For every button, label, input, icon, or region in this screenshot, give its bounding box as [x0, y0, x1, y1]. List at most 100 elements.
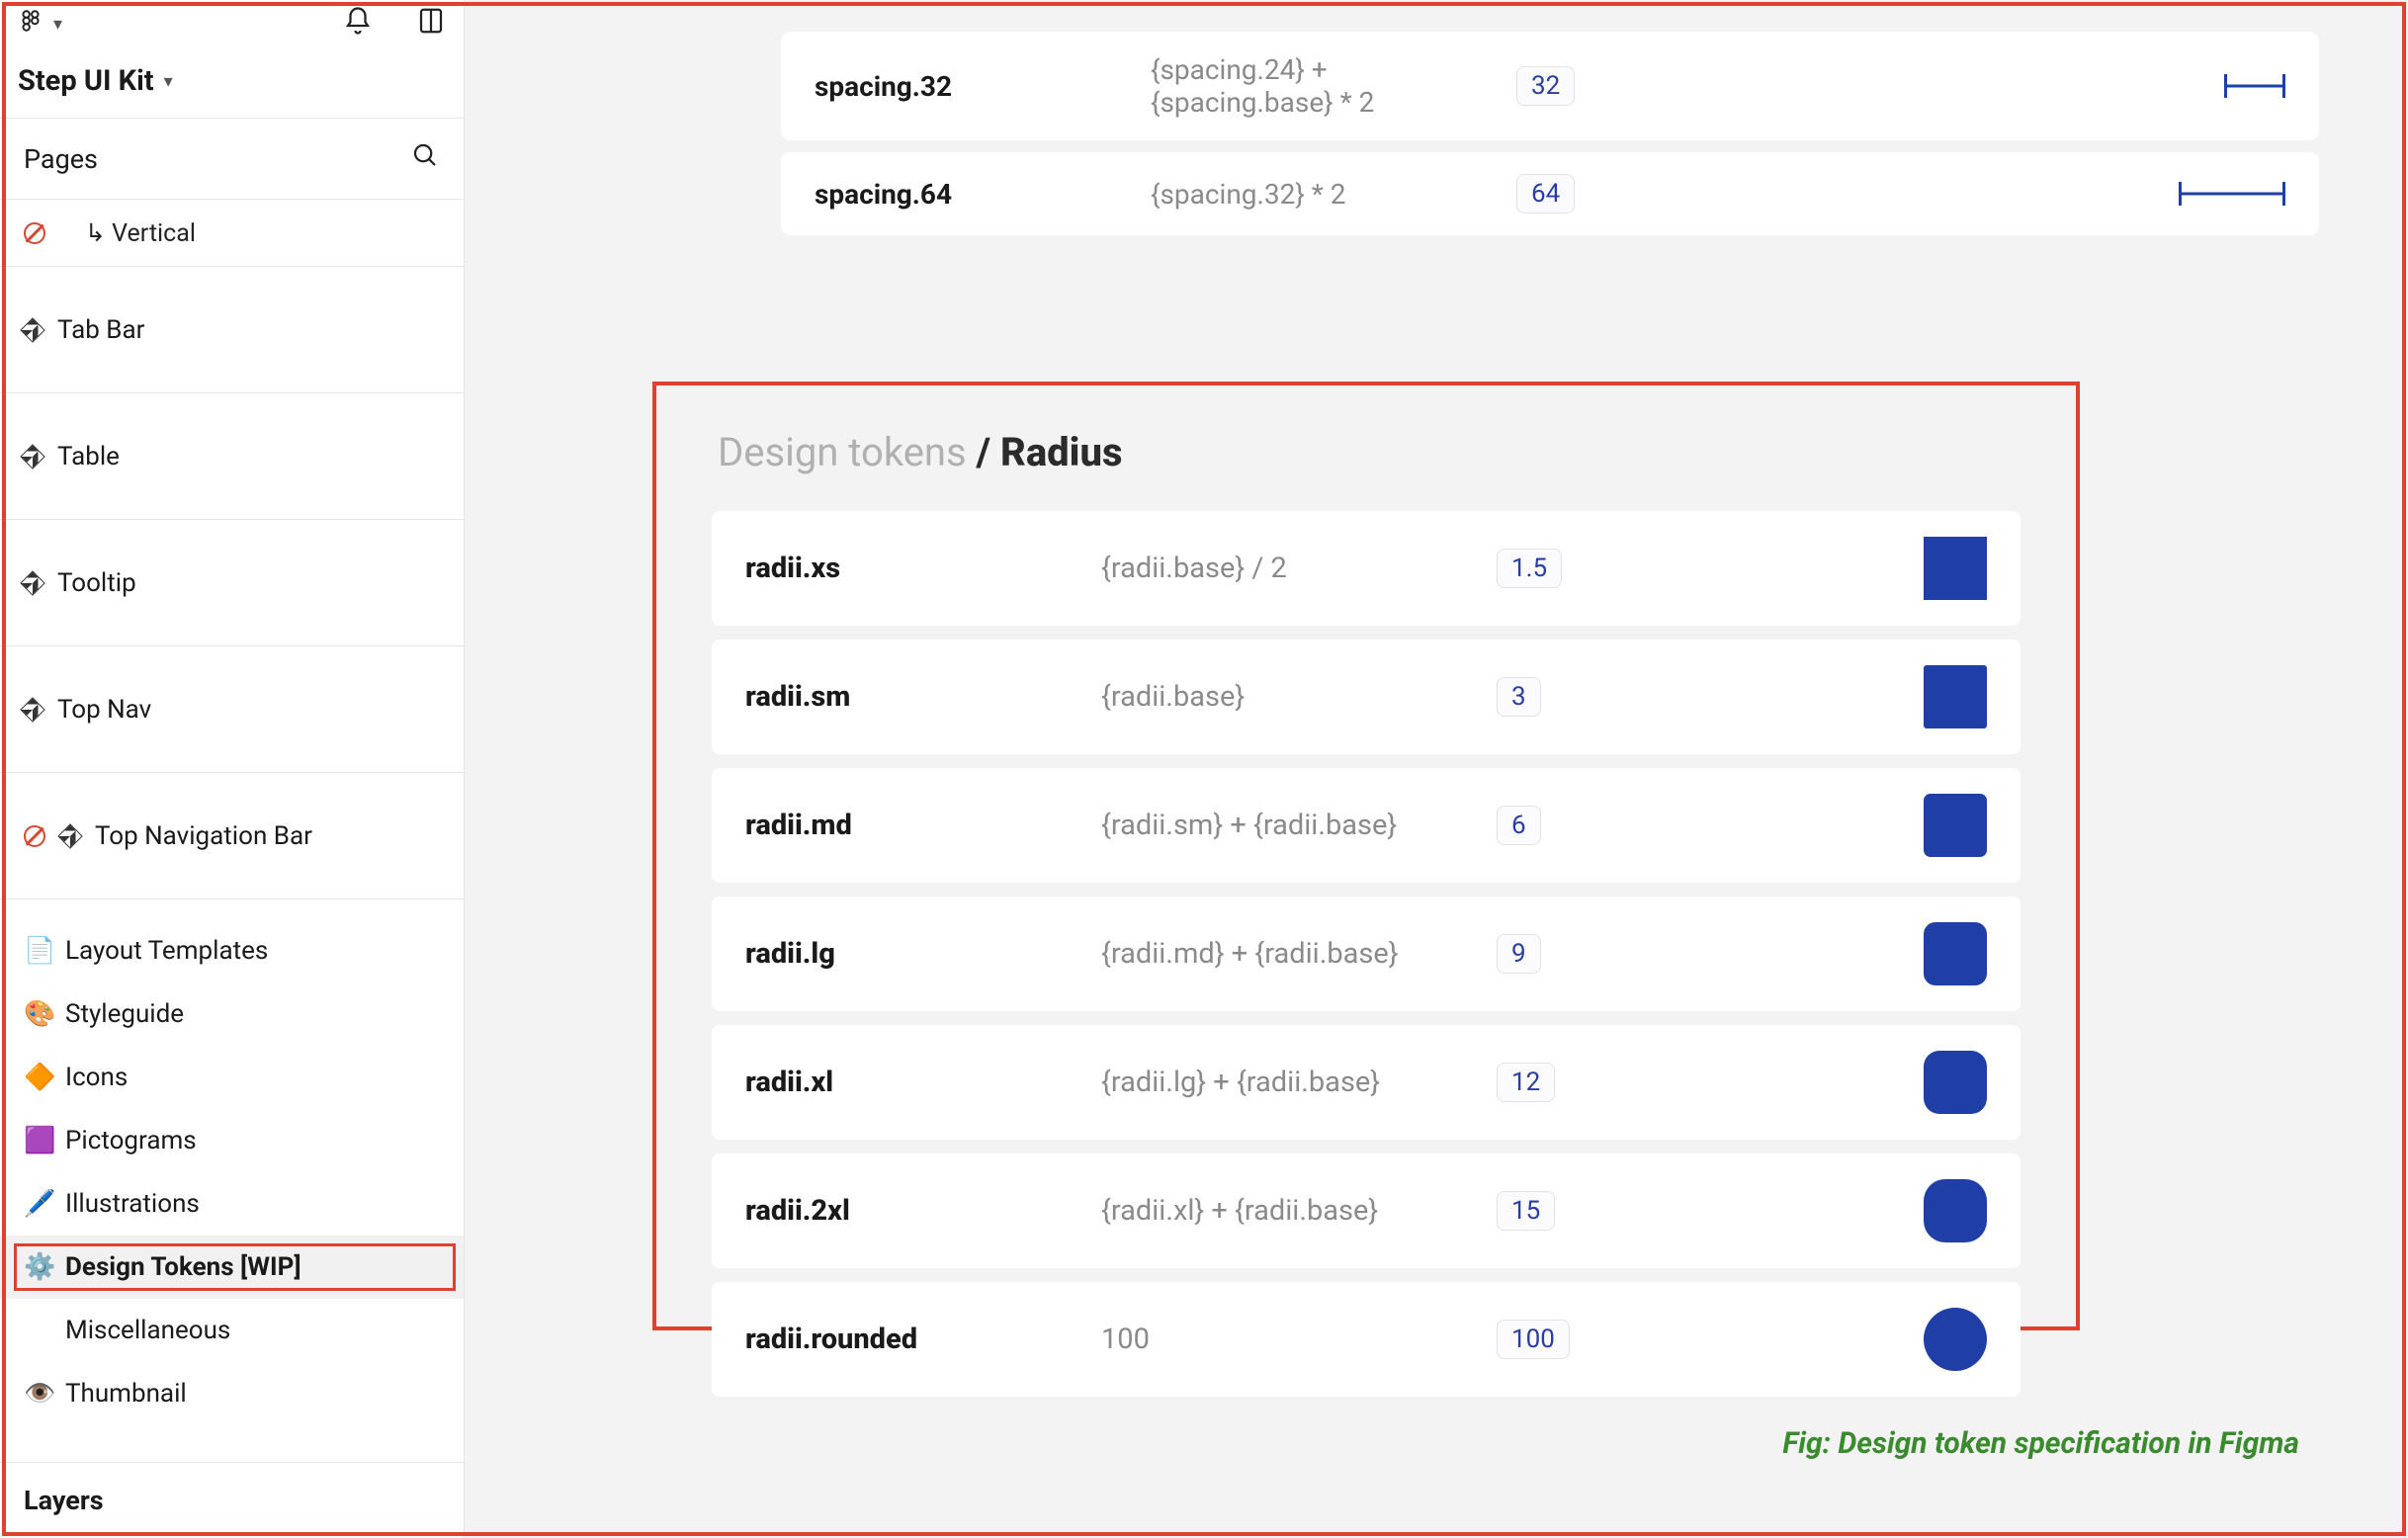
token-expression: {radii.lg} + {radii.base}: [1101, 1066, 1487, 1099]
page-label: Styleguide: [65, 999, 184, 1029]
page-label: Top Navigation Bar: [95, 821, 424, 851]
token-name: radii.xs: [745, 552, 1101, 585]
chevron-down-icon[interactable]: ▾: [164, 71, 173, 92]
token-name: spacing.64: [815, 178, 1151, 211]
page-item[interactable]: 📄 Layout Templates: [0, 919, 464, 983]
component-page-item[interactable]: Tooltip: [0, 520, 464, 646]
spacing-token-rows: spacing.32{spacing.24} + {spacing.base} …: [781, 32, 2319, 247]
pages-label: Pages: [24, 143, 98, 175]
token-value: 64: [1516, 174, 1575, 214]
page-item[interactable]: Miscellaneous: [0, 1299, 464, 1362]
page-label: Design Tokens [WIP]: [65, 1252, 301, 1282]
token-expression: 100: [1101, 1323, 1487, 1356]
token-expression: {radii.md} + {radii.base}: [1101, 937, 1487, 971]
page-label: Layout Templates: [65, 936, 268, 966]
page-emoji-icon: 🎨: [24, 999, 53, 1029]
component-icon: [20, 570, 44, 595]
token-name: radii.md: [745, 809, 1101, 842]
page-item[interactable]: ⚙️ Design Tokens [WIP]: [0, 1236, 464, 1299]
file-title-row[interactable]: Step UI Kit ▾: [0, 52, 464, 119]
component-icon: [20, 317, 44, 342]
page-emoji-icon: 🟪: [24, 1126, 53, 1155]
spacing-token-row[interactable]: spacing.64{spacing.32} * 2 64: [781, 152, 2319, 235]
title-muted: Design tokens: [718, 429, 977, 475]
component-icon: [57, 823, 82, 848]
pages-section-header: Pages: [0, 119, 464, 200]
page-item[interactable]: 👁️Thumbnail: [0, 1362, 464, 1425]
page-item-vertical[interactable]: ↳ Vertical: [0, 200, 464, 267]
token-value: 6: [1497, 806, 1541, 845]
radius-token-row[interactable]: radii.xs{radii.base} / 21.5: [712, 511, 2021, 626]
token-value: 100: [1497, 1320, 1570, 1359]
component-icon: [20, 697, 44, 722]
page-label: Pictograms: [65, 1126, 197, 1155]
radius-title: Design tokens / Radius: [718, 429, 2021, 475]
radius-swatch: [1924, 922, 1987, 985]
component-page-item[interactable]: Tab Bar: [0, 267, 464, 393]
radius-token-row[interactable]: radii.md{radii.sm} + {radii.base} 6: [712, 768, 2021, 883]
token-name: radii.xl: [745, 1066, 1101, 1099]
radius-swatch: [1924, 537, 1987, 600]
page-label: Miscellaneous: [65, 1316, 230, 1345]
bell-icon[interactable]: [343, 6, 373, 43]
figma-icon[interactable]: [18, 8, 43, 41]
page-label: Table: [57, 442, 424, 471]
radius-token-row[interactable]: radii.xl{radii.lg} + {radii.base} 12: [712, 1025, 2021, 1140]
page-item[interactable]: 🟪 Pictograms: [0, 1109, 464, 1172]
noentry-icon: [24, 825, 45, 847]
radius-frame[interactable]: Design tokens / Radius radii.xs{radii.ba…: [652, 382, 2080, 1330]
page-item[interactable]: 🖊️ Illustrations: [0, 1172, 464, 1236]
token-value: 9: [1497, 934, 1541, 974]
radius-swatch: [1924, 1051, 1987, 1114]
page-emoji-icon: 🔶: [24, 1063, 53, 1092]
page-label: Icons: [65, 1063, 128, 1092]
radius-token-row[interactable]: radii.rounded100100: [712, 1282, 2021, 1397]
radius-token-row[interactable]: radii.2xl{radii.xl} + {radii.base}15: [712, 1154, 2021, 1268]
page-label: Illustrations: [65, 1189, 200, 1219]
title-bold: / Radius: [977, 429, 1123, 475]
page-item[interactable]: 🔶 Icons: [0, 1046, 464, 1109]
page-label: Top Nav: [57, 695, 424, 725]
radius-swatch: [1924, 794, 1987, 857]
page-emoji-icon: ⚙️: [24, 1252, 53, 1282]
token-name: radii.rounded: [745, 1323, 1101, 1356]
layers-section-header[interactable]: Layers: [0, 1462, 464, 1538]
noentry-icon: [24, 222, 45, 244]
page-label: Tooltip: [57, 568, 424, 598]
token-preview: [2224, 74, 2285, 98]
token-value: 1.5: [1497, 549, 1562, 588]
token-expression: {radii.base}: [1101, 680, 1487, 714]
radius-swatch: [1924, 1308, 1987, 1371]
token-name: spacing.32: [815, 70, 1151, 103]
component-page-item[interactable]: Table: [0, 393, 464, 520]
token-name: radii.lg: [745, 937, 1101, 971]
page-emoji-icon: 📄: [24, 936, 53, 966]
file-name: Step UI Kit: [18, 64, 154, 98]
token-value: 32: [1516, 66, 1575, 106]
token-expression: {radii.xl} + {radii.base}: [1101, 1194, 1487, 1228]
book-icon[interactable]: [416, 6, 446, 43]
sidebar: ▾ Step UI Kit ▾ Pages ↳ Vertical: [0, 0, 465, 1538]
page-label: Vertical: [112, 219, 196, 248]
token-expression: {spacing.32} * 2: [1151, 178, 1506, 211]
token-expression: {radii.sm} + {radii.base}: [1101, 809, 1487, 842]
token-value: 12: [1497, 1063, 1555, 1102]
token-name: radii.sm: [745, 680, 1101, 714]
page-item[interactable]: 🎨 Styleguide: [0, 983, 464, 1046]
radius-token-row[interactable]: radii.lg{radii.md} + {radii.base} 9: [712, 897, 2021, 1011]
page-emoji-icon: 🖊️: [24, 1189, 53, 1219]
token-preview: [2179, 182, 2285, 206]
page-emoji-icon: 👁️: [24, 1379, 53, 1409]
component-icon: [20, 444, 44, 469]
chevron-down-icon[interactable]: ▾: [53, 14, 62, 35]
radius-swatch: [1924, 1179, 1987, 1242]
search-icon[interactable]: [410, 140, 440, 177]
radius-swatch: [1924, 665, 1987, 728]
component-page-item[interactable]: Top Nav: [0, 646, 464, 773]
figure-caption: Fig: Design token specification in Figma: [1782, 1426, 2299, 1461]
radius-token-row[interactable]: radii.sm{radii.base}3: [712, 640, 2021, 754]
token-expression: {spacing.24} + {spacing.base} * 2: [1151, 53, 1506, 119]
canvas[interactable]: spacing.32{spacing.24} + {spacing.base} …: [465, 0, 2408, 1538]
component-page-item[interactable]: Top Navigation Bar: [0, 773, 464, 899]
spacing-token-row[interactable]: spacing.32{spacing.24} + {spacing.base} …: [781, 32, 2319, 140]
